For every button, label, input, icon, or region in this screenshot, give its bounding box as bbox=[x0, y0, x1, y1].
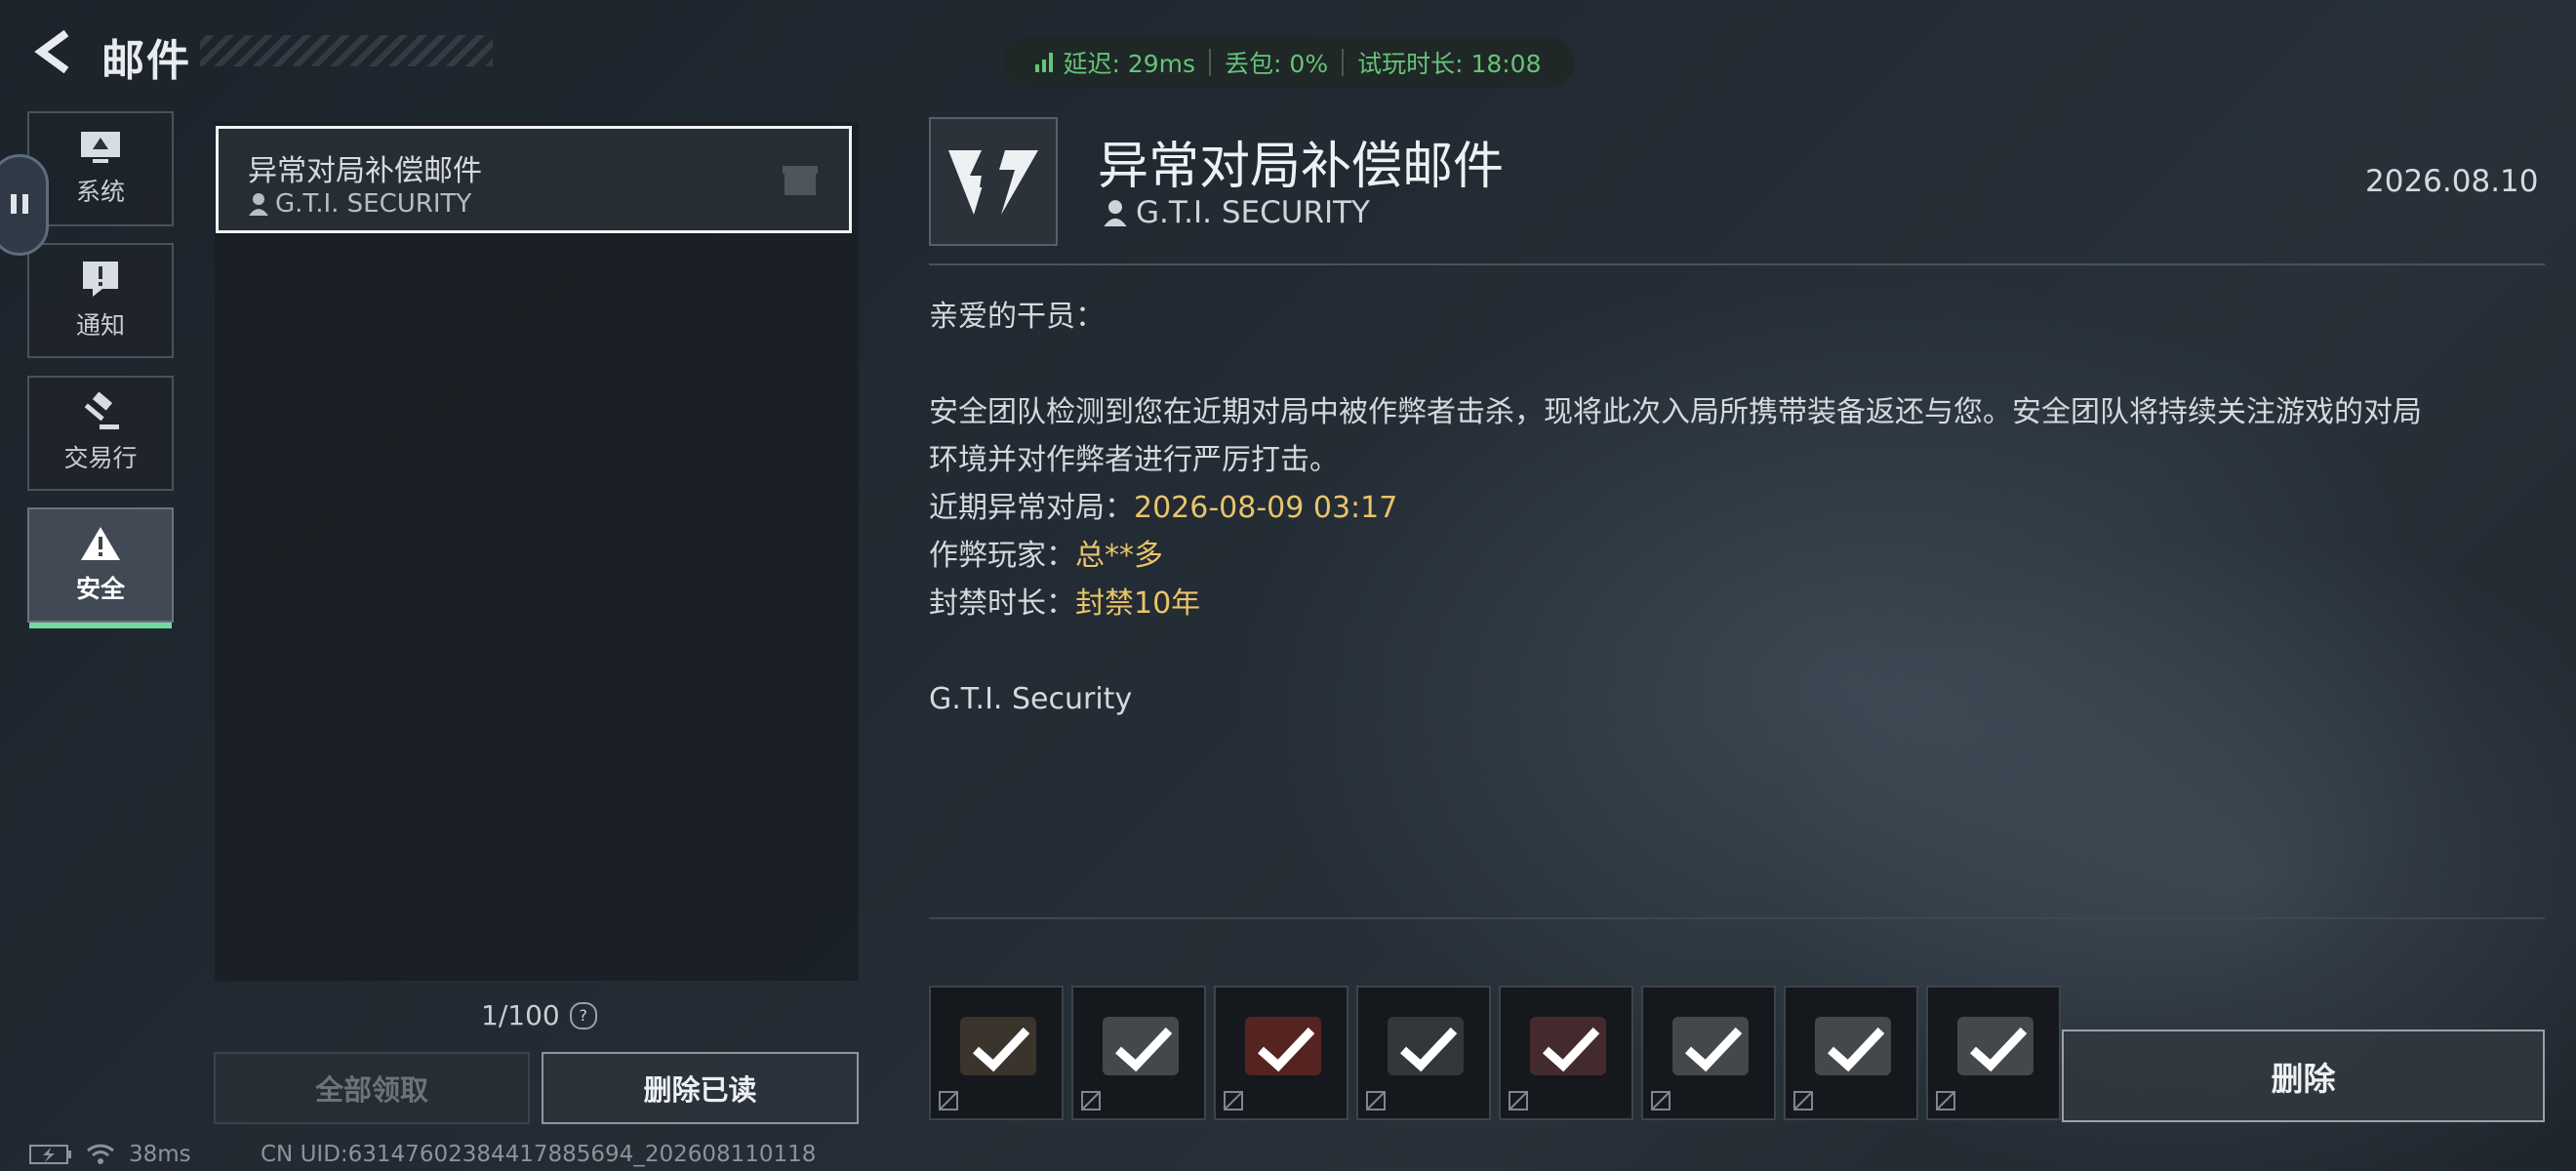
mail-item-sender-text: G.T.I. SECURITY bbox=[275, 189, 472, 219]
delete-read-button[interactable]: 删除已读 bbox=[542, 1052, 859, 1124]
tab-notice[interactable]: 通知 bbox=[27, 243, 174, 358]
check-icon bbox=[1685, 1027, 1743, 1072]
mail-sender-text: G.T.I. SECURITY bbox=[1136, 195, 1370, 230]
body-paragraph: 安全团队检测到您在近期对局中被作弊者击杀，现将此次入局所携带装备返还与您。安全团… bbox=[929, 395, 2422, 429]
unbound-icon bbox=[939, 1091, 958, 1110]
attachment-slot[interactable] bbox=[1214, 986, 1348, 1120]
device-status: 38ms bbox=[29, 1142, 191, 1167]
mail-sender: G.T.I. SECURITY bbox=[1103, 195, 1370, 230]
mail-list-panel bbox=[215, 122, 859, 981]
divider bbox=[929, 263, 2545, 265]
check-icon bbox=[1400, 1027, 1458, 1072]
body-paragraph: 环境并对作弊者进行严厉打击。 bbox=[929, 443, 1339, 477]
attachment-slot[interactable] bbox=[1784, 986, 1918, 1120]
unbound-icon bbox=[1224, 1091, 1243, 1110]
tab-market[interactable]: 交易行 bbox=[27, 376, 174, 491]
unbound-icon bbox=[1081, 1091, 1101, 1110]
latency-text: 延迟: 29ms bbox=[1063, 50, 1196, 78]
monitor-icon bbox=[81, 132, 120, 163]
mail-body: 亲爱的干员： 安全团队检测到您在近期对局中被作弊者击杀，现将此次入局所携带装备返… bbox=[929, 293, 2510, 723]
attachment-slot[interactable] bbox=[1499, 986, 1633, 1120]
mail-list-item[interactable]: 异常对局补偿邮件 G.T.I. SECURITY bbox=[216, 126, 852, 233]
cheater-value: 总**多 bbox=[1075, 539, 1163, 573]
check-icon bbox=[1828, 1027, 1885, 1072]
unbound-icon bbox=[1936, 1091, 1955, 1110]
tab-label: 系统 bbox=[75, 178, 125, 206]
delete-button[interactable]: 删除 bbox=[2062, 1030, 2545, 1122]
back-arrow-icon[interactable] bbox=[29, 27, 78, 76]
mail-count: 1/100 ? bbox=[481, 999, 597, 1031]
mail-count-text: 1/100 bbox=[481, 999, 560, 1031]
uid-text: CN UID:63147602384417885694_202608110118 bbox=[261, 1142, 817, 1167]
claim-all-button[interactable]: 全部领取 bbox=[214, 1052, 530, 1124]
tab-system[interactable]: 系统 bbox=[27, 111, 174, 226]
gavel-icon bbox=[84, 392, 119, 429]
unbound-icon bbox=[1366, 1091, 1386, 1110]
attachment-slot[interactable] bbox=[1071, 986, 1206, 1120]
divider bbox=[929, 917, 2545, 919]
pause-icon bbox=[11, 194, 28, 214]
match-label: 近期异常对局： bbox=[929, 491, 1134, 525]
attachment-slot[interactable] bbox=[1356, 986, 1491, 1120]
match-value: 2026-08-09 03:17 bbox=[1134, 491, 1398, 525]
lightning-shield-icon bbox=[948, 150, 1038, 215]
greeting: 亲爱的干员： bbox=[929, 300, 1105, 334]
tab-label: 通知 bbox=[75, 311, 125, 340]
attachment-list bbox=[929, 986, 2061, 1120]
packet-loss-text: 丢包: 0% bbox=[1225, 50, 1329, 78]
header-stripes bbox=[200, 35, 493, 66]
check-icon bbox=[1258, 1027, 1315, 1072]
tab-label: 交易行 bbox=[63, 444, 138, 472]
check-icon bbox=[1543, 1027, 1600, 1072]
wifi-icon bbox=[87, 1144, 114, 1164]
user-icon bbox=[249, 193, 268, 216]
battery-charging-icon bbox=[29, 1145, 71, 1164]
ping-text: 38ms bbox=[129, 1142, 191, 1167]
network-status-bar: 延迟: 29ms 丢包: 0% 试玩时长: 18:08 bbox=[1003, 37, 1574, 88]
ban-info: 封禁时长：封禁10年 bbox=[929, 580, 2510, 627]
unbound-icon bbox=[1509, 1091, 1528, 1110]
ban-value: 封禁10年 bbox=[1075, 586, 1201, 621]
ban-label: 封禁时长： bbox=[929, 586, 1075, 621]
mail-item-sender: G.T.I. SECURITY bbox=[248, 189, 471, 219]
mail-title: 异常对局补偿邮件 bbox=[1098, 138, 1505, 196]
attachment-slot[interactable] bbox=[1641, 986, 1776, 1120]
alert-bubble-icon bbox=[83, 262, 118, 297]
check-icon bbox=[973, 1027, 1030, 1072]
help-icon[interactable]: ? bbox=[569, 1001, 597, 1030]
page-title: 邮件 bbox=[101, 36, 191, 86]
unbound-icon bbox=[1651, 1091, 1670, 1110]
check-icon bbox=[1115, 1027, 1173, 1072]
attachment-slot[interactable] bbox=[929, 986, 1064, 1120]
cheater-label: 作弊玩家： bbox=[929, 539, 1075, 573]
signature: G.T.I. Security bbox=[929, 682, 1133, 716]
tab-security[interactable]: 安全 bbox=[27, 507, 174, 628]
mail-item-title: 异常对局补偿邮件 bbox=[248, 154, 482, 188]
gti-security-logo bbox=[929, 117, 1058, 246]
match-info: 近期异常对局：2026-08-09 03:17 bbox=[929, 484, 2510, 532]
signal-icon bbox=[1035, 53, 1054, 72]
check-icon bbox=[1970, 1027, 2028, 1072]
cheater-info: 作弊玩家：总**多 bbox=[929, 532, 2510, 580]
tab-label: 安全 bbox=[75, 575, 125, 603]
user-icon bbox=[1104, 200, 1127, 226]
trial-time-text: 试玩时长: 18:08 bbox=[1357, 50, 1542, 78]
unbound-icon bbox=[1793, 1091, 1813, 1110]
mail-date: 2026.08.10 bbox=[2365, 164, 2539, 199]
attachment-icon bbox=[783, 166, 818, 195]
warning-triangle-icon bbox=[81, 527, 120, 560]
attachment-slot[interactable] bbox=[1926, 986, 2061, 1120]
floating-assistant-button[interactable] bbox=[0, 154, 49, 256]
